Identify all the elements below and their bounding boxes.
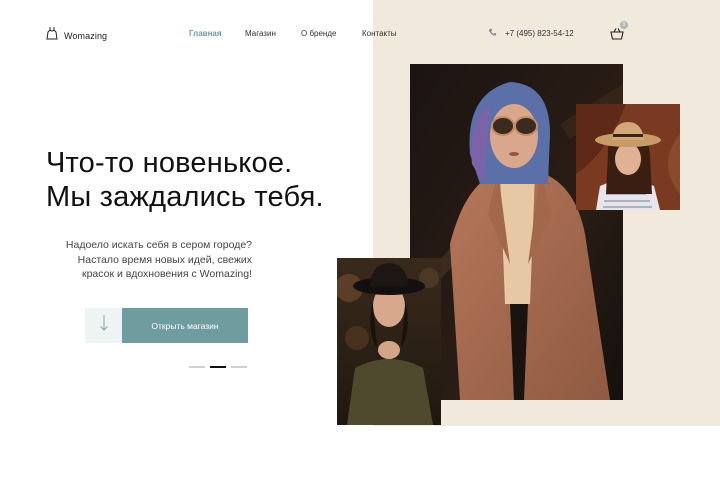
hero-subtitle-line: Настало время новых идей, свежих (77, 253, 252, 266)
logo[interactable]: Womazing (46, 26, 107, 45)
cart-button[interactable]: 0 (610, 21, 630, 42)
scroll-down-button[interactable] (85, 308, 122, 343)
hero-title-line: Что-то новенькое. (46, 147, 293, 179)
nav-item-about[interactable]: О бренде (301, 29, 336, 38)
hero-photo-tertiary (337, 258, 441, 425)
phone-number: +7 (495) 823-54-12 (505, 29, 574, 38)
nav-item-contacts[interactable]: Контакты (362, 29, 397, 38)
hero-subtitle-line: красок и вдохновения с Womazing! (81, 268, 252, 280)
cart-count-badge: 0 (620, 21, 628, 29)
phone-icon (488, 28, 497, 39)
hero-photo-secondary (576, 104, 680, 210)
slider-dot-active[interactable] (210, 366, 226, 368)
hero-subtitle-line: Надоело искать себя в сером городе? (65, 239, 252, 251)
slider-dot[interactable] (231, 366, 247, 368)
logo-text: Womazing (64, 30, 108, 41)
slider-pagination (189, 366, 247, 368)
hero-title: Что-то новенькое. Мы заждались тебя. (46, 146, 324, 214)
hero-subtitle: Надоело искать себя в сером городе? Наст… (46, 238, 252, 282)
nav-item-home[interactable]: Главная (189, 29, 222, 38)
slider-dot[interactable] (189, 366, 205, 368)
dress-icon (46, 26, 58, 45)
arrow-down-icon (99, 314, 109, 337)
hero-title-line: Мы заждались тебя. (46, 181, 324, 213)
phone-link[interactable]: +7 (495) 823-54-12 (488, 28, 574, 39)
nav-item-shop[interactable]: Магазин (245, 29, 276, 38)
open-shop-button[interactable]: Открыть магазин (122, 308, 248, 343)
